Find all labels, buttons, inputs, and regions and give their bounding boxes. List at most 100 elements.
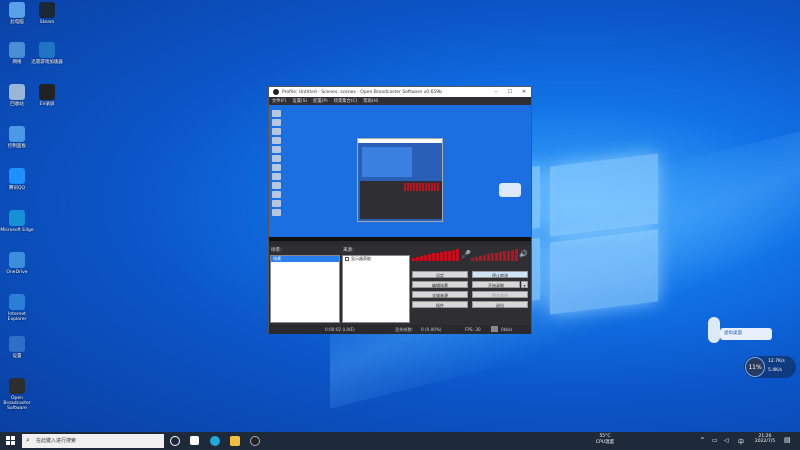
desktop-icon-label: Open Broadcaster Software — [3, 396, 31, 411]
preview-taskbar — [269, 237, 531, 241]
scene-item[interactable]: 场景 — [271, 256, 339, 262]
desktop-icon[interactable]: 回收站 — [0, 84, 34, 107]
volume-icon[interactable]: ◁ — [724, 437, 729, 444]
preview-desktop-icons — [270, 108, 284, 238]
app-icon — [39, 84, 55, 100]
mic-audio-meter — [471, 249, 518, 261]
desktop-icon[interactable]: Internet Explorer — [0, 294, 34, 322]
settings-button[interactable]: 设定 — [412, 271, 468, 278]
menu-help[interactable]: 帮助(H) — [363, 98, 378, 104]
start-record-button[interactable]: 开始录制 — [472, 281, 520, 288]
edge-icon[interactable] — [210, 436, 220, 446]
app-icon — [9, 210, 25, 226]
obs-dock: 场景： 来源： 场景 显示器获取 🎤 🔊 设定 停止串流 编辑场景 开始录制 ▾… — [269, 245, 531, 325]
tray-chevron-icon[interactable]: ^ — [700, 437, 705, 444]
source-checkbox[interactable] — [345, 257, 349, 261]
source-item[interactable]: 显示器获取 — [343, 256, 409, 262]
desktop-icon[interactable]: OneDrive — [0, 252, 34, 275]
app-icon — [9, 378, 25, 394]
file-explorer-icon[interactable] — [230, 436, 240, 446]
desktop-icon-label: 腾讯QQ — [8, 186, 26, 191]
desktop-icon[interactable]: EV录屏 — [30, 84, 64, 107]
obs-menu-bar: 文件(F) 设置(S) 配置(P) 场景集合(C) 帮助(H) — [269, 97, 531, 105]
cpu-temp-label: CPU温度 — [595, 440, 615, 445]
desktop-icon[interactable]: 控制面板 — [0, 126, 34, 149]
widget-label: 虚拟桌面 — [720, 328, 772, 340]
obs-preview[interactable] — [269, 105, 531, 241]
desktop-icon-label: 控制面板 — [8, 144, 26, 149]
app-icon — [9, 336, 25, 352]
menu-scene-collection[interactable]: 场景集合(C) — [334, 98, 358, 104]
speaker-icon[interactable]: 🔊 — [519, 250, 528, 258]
ime-icon[interactable]: 中 — [738, 437, 744, 446]
global-sources-button[interactable]: 全域来源 — [412, 291, 468, 298]
menu-settings[interactable]: 设置(S) — [292, 98, 307, 104]
sources-label: 来源： — [343, 248, 357, 253]
desktop-icon-label: 设置 — [12, 354, 22, 359]
start-icon[interactable] — [6, 436, 16, 446]
clock[interactable]: 21:26 2022/7/5 — [752, 434, 778, 444]
task-view-icon[interactable] — [170, 436, 180, 446]
desktop-icon-label: Microsoft Edge — [0, 228, 34, 233]
close-icon[interactable]: ✕ — [517, 89, 531, 95]
menu-file[interactable]: 文件(F) — [272, 98, 286, 104]
status-dropped-value: 0 (0.00%) — [421, 327, 442, 332]
preview-stream-button[interactable]: 预览串流 — [472, 291, 528, 298]
download-speed: 5.4K/s — [768, 368, 782, 373]
desktop-icon-label: 迅雷游戏加速器 — [31, 60, 63, 65]
desktop-icon[interactable]: 此电脑 — [0, 2, 34, 25]
virtual-desktop-widget[interactable]: 虚拟桌面 — [702, 317, 772, 346]
desktop-icon[interactable]: Open Broadcaster Software — [0, 378, 34, 411]
taskbar-search-input[interactable]: 在此键入进行搜索 — [22, 434, 164, 448]
network-speed-widget[interactable]: 11% 12.7K/s 5.4K/s — [744, 356, 796, 378]
desktop-icon-label: Steam — [39, 20, 55, 25]
desktop-icon[interactable]: 设置 — [0, 336, 34, 359]
exit-button[interactable]: 退出 — [472, 301, 528, 308]
obs-taskbar-icon[interactable] — [250, 436, 260, 446]
status-stream-icon — [491, 326, 498, 332]
stop-stream-button[interactable]: 停止串流 — [472, 271, 528, 278]
obs-title-bar[interactable]: Profile: Untitled - Scenes: scenes - Ope… — [269, 87, 531, 97]
obs-window[interactable]: Profile: Untitled - Scenes: scenes - Ope… — [268, 86, 532, 334]
minimize-icon[interactable]: – — [489, 89, 503, 95]
desktop-icon[interactable]: 迅雷游戏加速器 — [30, 42, 64, 65]
upload-speed: 12.7K/s — [768, 359, 785, 364]
record-dropdown-icon[interactable]: ▾ — [521, 281, 528, 288]
network-icon[interactable]: ▭ — [712, 437, 718, 444]
sources-list[interactable]: 显示器获取 — [342, 255, 410, 323]
scenes-label: 场景： — [271, 248, 285, 253]
desktop-icon[interactable]: 网络 — [0, 42, 34, 65]
edit-scene-button[interactable]: 编辑场景 — [412, 281, 468, 288]
notification-icon[interactable]: ▤ — [784, 436, 791, 444]
app-icon — [39, 42, 55, 58]
clock-date: 2022/7/5 — [754, 439, 776, 444]
cpu-load: 11% — [745, 357, 765, 377]
obs-status-bar: 0:00:02 (LIVE) 丢失帧数: 0 (0.00%) FPS: 30 0… — [269, 325, 531, 334]
app-icon — [9, 294, 25, 310]
desktop-icon[interactable]: Steam — [30, 2, 64, 25]
desktop-icon-label: Internet Explorer — [7, 312, 27, 322]
cpu-temp-widget[interactable]: 55°C CPU温度 — [590, 434, 620, 445]
app-icon — [9, 252, 25, 268]
search-icon: ⌕ — [26, 436, 30, 444]
microphone-icon[interactable]: 🎤 — [461, 250, 471, 259]
obs-title-text: Profile: Untitled - Scenes: scenes - Ope… — [282, 89, 442, 95]
status-fps: FPS: 30 — [465, 327, 481, 332]
maximize-icon[interactable]: ☐ — [503, 89, 517, 95]
desktop-icon[interactable]: 腾讯QQ — [0, 168, 34, 191]
desktop-icon-label: OneDrive — [6, 270, 28, 275]
app-icon — [9, 168, 25, 184]
desktop-icon[interactable]: Microsoft Edge — [0, 210, 34, 233]
status-dropped-label: 丢失帧数: — [395, 327, 414, 332]
app-icon — [9, 84, 25, 100]
task-view-grid-icon[interactable] — [190, 436, 199, 445]
recursive-preview — [357, 138, 443, 222]
plugins-button[interactable]: 插件 — [412, 301, 468, 308]
app-icon — [39, 2, 55, 18]
desktop-audio-meter — [412, 249, 459, 261]
menu-profile[interactable]: 配置(P) — [313, 98, 328, 104]
obs-app-icon — [273, 89, 279, 95]
preview-widget — [499, 183, 521, 197]
desktop-icon-label: 回收站 — [10, 102, 24, 107]
scenes-list[interactable]: 场景 — [270, 255, 340, 323]
